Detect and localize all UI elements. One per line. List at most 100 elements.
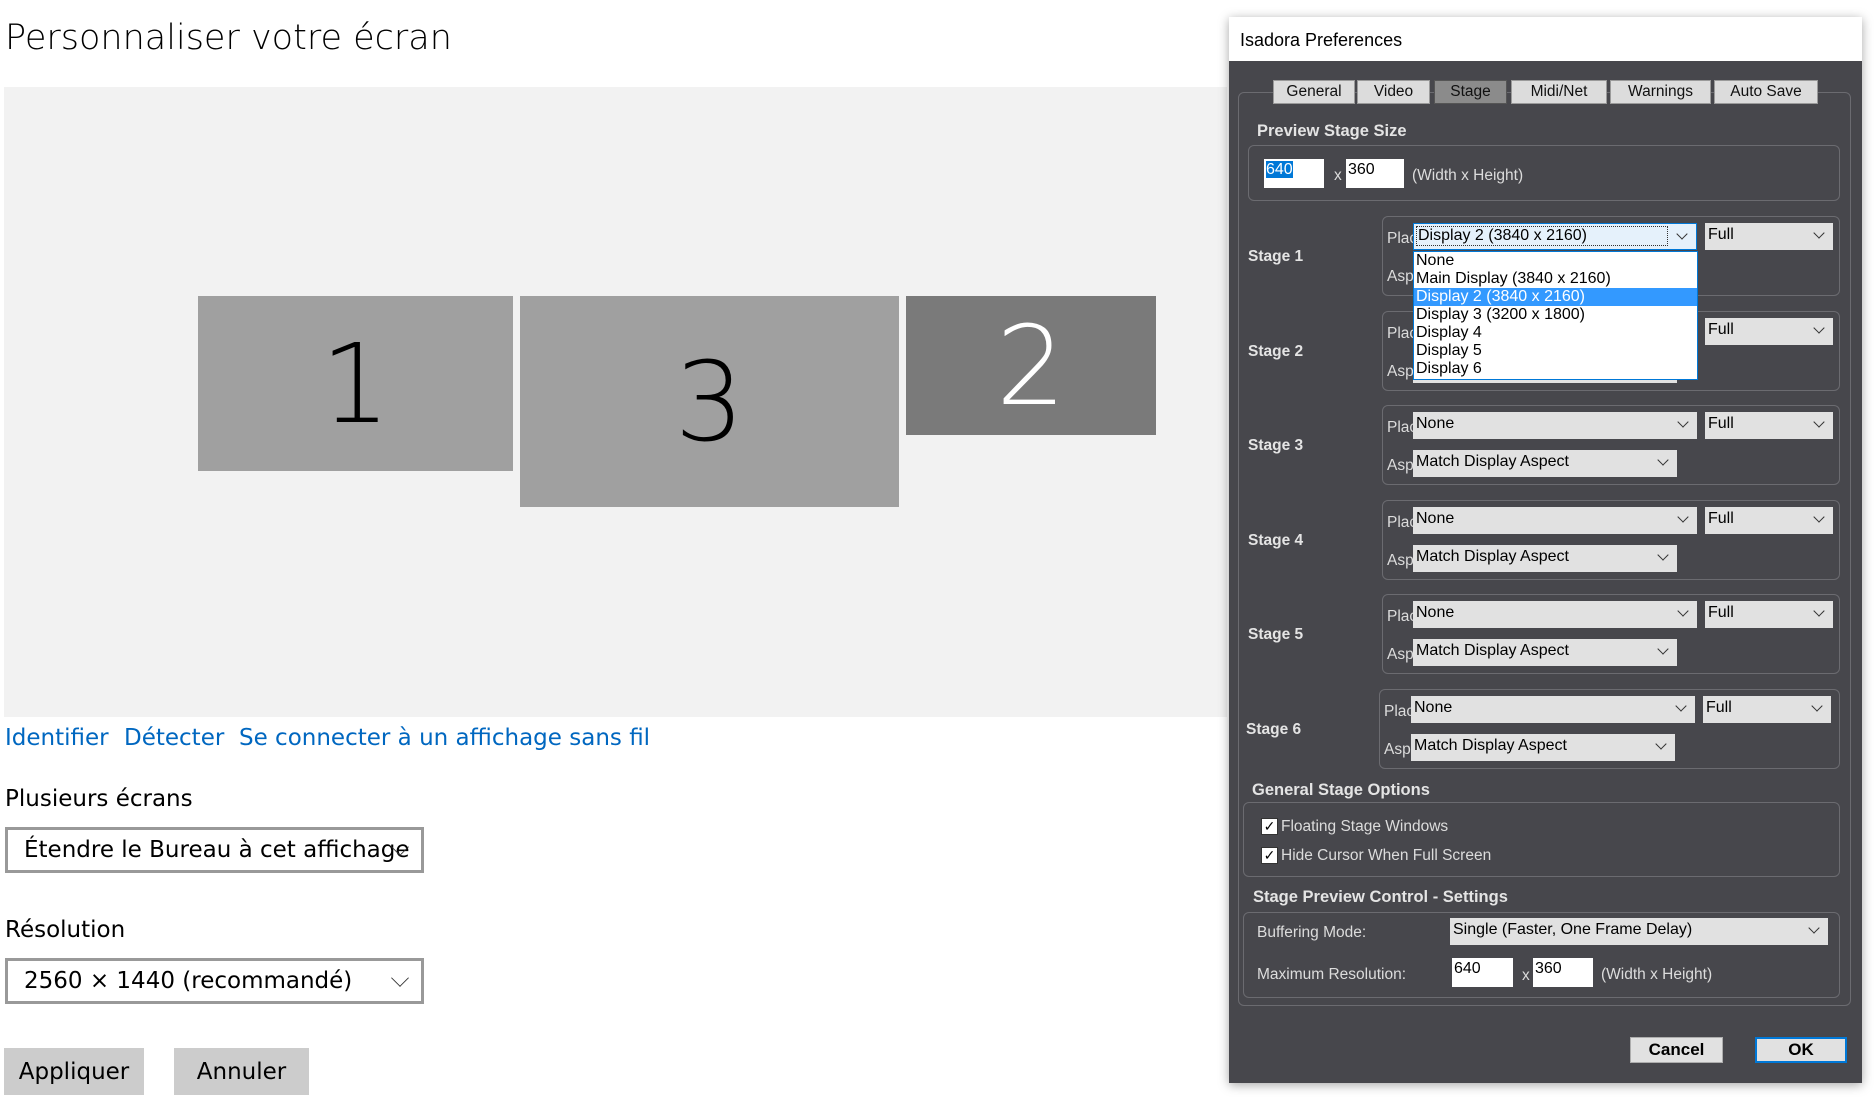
select-value: Full <box>1708 226 1734 243</box>
monitor-label: 2 <box>996 301 1066 430</box>
select-value: None <box>1416 509 1455 527</box>
chevron-down-icon <box>391 969 409 987</box>
select-value: Match Display Aspect <box>1416 642 1569 659</box>
multiple-displays-label: Plusieurs écrans <box>5 786 193 812</box>
floating-stage-windows-checkbox[interactable]: ✓ <box>1261 818 1278 835</box>
chevron-down-icon <box>1813 321 1825 334</box>
maximum-resolution-label: Maximum Resolution: <box>1257 966 1407 983</box>
select-value: Full <box>1708 415 1734 432</box>
buffering-mode-label: Buffering Mode: <box>1257 924 1367 941</box>
buffering-mode-select[interactable]: Single (Faster, One Frame Delay) <box>1450 918 1828 945</box>
apply-button[interactable]: Appliquer <box>4 1048 144 1095</box>
mode-select[interactable]: Full <box>1705 601 1833 628</box>
times-label: x <box>1334 167 1342 184</box>
stage-label: Stage 5 <box>1248 626 1304 643</box>
tab-video[interactable]: Video <box>1357 80 1430 104</box>
mode-select[interactable]: Full <box>1705 223 1833 250</box>
display-arrangement: 1 3 2 <box>4 87 1227 717</box>
aspect-select[interactable]: Match Display Aspect <box>1411 733 1675 761</box>
tab-stage[interactable]: Stage <box>1434 80 1507 104</box>
stage-label: Stage 6 <box>1246 720 1302 738</box>
wireless-display-link[interactable]: Se connecter à un affichage sans fil <box>239 725 650 751</box>
stage-label: Stage 2 <box>1248 342 1304 360</box>
tab-midi-net[interactable]: Midi/Net <box>1511 80 1607 104</box>
chevron-down-icon <box>1813 227 1825 239</box>
preview-width-input[interactable]: 640 <box>1264 159 1324 188</box>
monitor-1[interactable]: 1 <box>198 296 513 471</box>
chevron-down-icon <box>1657 454 1669 466</box>
mode-select[interactable]: Full <box>1703 695 1831 723</box>
place-on-select[interactable]: None <box>1413 412 1697 439</box>
resolution-select[interactable]: 2560 × 1440 (recommandé) <box>5 958 424 1004</box>
select-value: Match Display Aspect <box>1414 736 1567 754</box>
cancel-button[interactable]: Cancel <box>1630 1037 1723 1063</box>
cancel-settings-button[interactable]: Annuler <box>174 1048 309 1095</box>
multiple-displays-select[interactable]: Étendre le Bureau à cet affichage <box>5 827 424 873</box>
aspect-select[interactable]: Match Display Aspect <box>1413 639 1677 666</box>
checkmark-icon: ✓ <box>1263 847 1276 863</box>
select-value: Full <box>1706 698 1732 716</box>
chevron-down-icon <box>1808 922 1820 934</box>
mode-select[interactable]: Full <box>1705 412 1833 439</box>
mode-select[interactable]: Full <box>1705 317 1833 345</box>
general-stage-options-group <box>1243 802 1840 877</box>
place-on-select[interactable]: None <box>1413 601 1697 628</box>
chevron-down-icon <box>1657 548 1669 561</box>
select-value: Match Display Aspect <box>1416 453 1569 470</box>
monitor-2[interactable]: 2 <box>906 296 1156 435</box>
detect-link[interactable]: Détecter <box>124 725 224 751</box>
identify-link[interactable]: Identifier <box>5 725 109 751</box>
select-value: Single (Faster, One Frame Delay) <box>1453 921 1693 938</box>
dropdown-option[interactable]: None <box>1414 252 1697 270</box>
input-value: 640 <box>1266 161 1293 178</box>
chevron-down-icon <box>1813 510 1825 523</box>
hide-cursor-checkbox[interactable]: ✓ <box>1261 847 1278 864</box>
max-width-input[interactable]: 640 <box>1452 958 1513 987</box>
monitor-label: 3 <box>674 337 745 466</box>
page-title: Personnaliser votre écran <box>5 18 452 58</box>
place-on-select[interactable]: None <box>1413 506 1697 534</box>
preview-height-input[interactable]: 360 <box>1346 159 1404 188</box>
aspect-select[interactable]: Match Display Aspect <box>1413 544 1677 572</box>
select-value: Full <box>1708 320 1734 338</box>
dropdown-option[interactable]: Display 4 <box>1414 324 1697 342</box>
checkmark-icon: ✓ <box>1263 818 1276 834</box>
dropdown-option[interactable]: Display 5 <box>1414 342 1697 360</box>
select-value: Étendre le Bureau à cet affichage <box>24 837 410 863</box>
select-value: None <box>1416 415 1455 432</box>
dropdown-option[interactable]: Display 6 <box>1414 360 1697 378</box>
chevron-down-icon <box>1811 699 1823 712</box>
dropdown-option[interactable]: Main Display (3840 x 2160) <box>1414 270 1697 288</box>
monitor-label: 1 <box>320 319 391 448</box>
dropdown-option[interactable]: Display 3 (3200 x 1800) <box>1414 306 1697 324</box>
monitor-3[interactable]: 3 <box>520 296 899 507</box>
times-label: x <box>1522 967 1530 984</box>
max-height-input[interactable]: 360 <box>1533 958 1593 987</box>
chevron-down-icon <box>1655 737 1667 750</box>
place-on-select[interactable]: None <box>1411 695 1695 723</box>
ok-button[interactable]: OK <box>1755 1037 1847 1063</box>
chevron-down-icon <box>1813 416 1825 428</box>
preview-stage-size-heading: Preview Stage Size <box>1257 122 1407 140</box>
dropdown-option[interactable]: Display 2 (3840 x 2160) <box>1414 288 1697 306</box>
hide-cursor-label: Hide Cursor When Full Screen <box>1281 847 1492 864</box>
tab-warnings[interactable]: Warnings <box>1610 80 1711 104</box>
stage-preview-control-heading: Stage Preview Control - Settings <box>1253 888 1508 906</box>
tab-general[interactable]: General <box>1273 80 1355 104</box>
select-value: Match Display Aspect <box>1416 547 1569 565</box>
mode-select[interactable]: Full <box>1705 506 1833 534</box>
chevron-down-icon <box>1676 228 1688 240</box>
general-stage-options-heading: General Stage Options <box>1252 781 1430 799</box>
chevron-down-icon <box>1657 643 1669 655</box>
place-on-select[interactable]: Display 2 (3840 x 2160) <box>1413 223 1697 250</box>
stage-label: Stage 4 <box>1248 531 1304 549</box>
preview-size-hint: (Width x Height) <box>1412 167 1524 184</box>
tab-auto-save[interactable]: Auto Save <box>1714 80 1818 104</box>
max-resolution-hint: (Width x Height) <box>1601 966 1713 983</box>
dialog-title: Isadora Preferences <box>1229 17 1862 61</box>
stage-label: Stage 1 <box>1248 248 1304 265</box>
aspect-select[interactable]: Match Display Aspect <box>1413 450 1677 477</box>
chevron-down-icon <box>1813 605 1825 617</box>
select-value: None <box>1414 698 1453 716</box>
place-on-dropdown-list: None Main Display (3840 x 2160) Display 2 … <box>1413 251 1698 380</box>
